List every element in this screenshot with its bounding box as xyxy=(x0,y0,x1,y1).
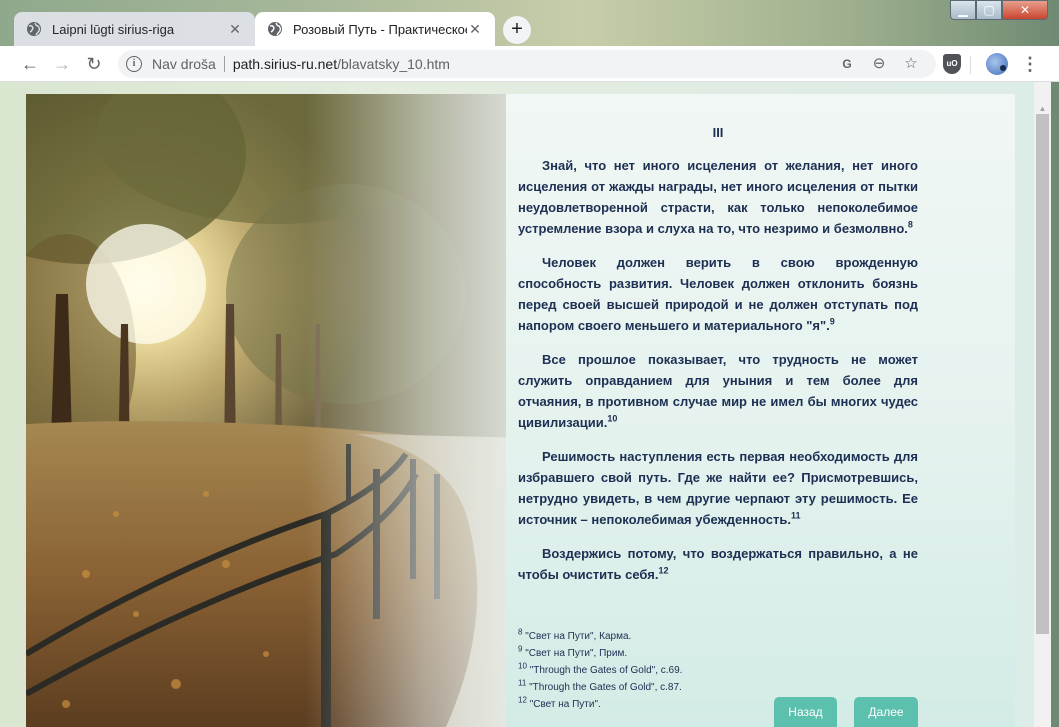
ublock-extension-icon[interactable]: uO xyxy=(943,54,961,74)
paragraph-text: Воздержись потому, что воздержаться прав… xyxy=(518,546,918,582)
forward-arrow-icon[interactable]: → xyxy=(52,54,72,74)
tab-sirius-riga[interactable]: Laipni lūgti sirius-riga ✕ xyxy=(14,12,255,46)
window-controls: ▁ ▢ ✕ xyxy=(950,0,1048,20)
zoom-icon[interactable]: ⊖ xyxy=(870,55,888,73)
paragraph-text: Решимость наступления есть первая необхо… xyxy=(518,449,918,527)
divider xyxy=(223,56,225,72)
footnote-ref[interactable]: 12 xyxy=(659,566,669,576)
globe-icon xyxy=(268,22,282,36)
footnote-number: 8 xyxy=(518,627,523,637)
minimize-button[interactable]: ▁ xyxy=(950,0,976,20)
footnote-text: "Through the Gates of Gold", с.69. xyxy=(529,665,683,676)
footnote-ref[interactable]: 8 xyxy=(908,220,913,230)
footnote-item: 8 "Свет на Пути", Карма. xyxy=(518,628,918,645)
paragraph-text: Знай, что нет иного исцеления от желания… xyxy=(518,158,918,236)
url-host: path.sirius-ru.net xyxy=(232,56,338,72)
tab-title: Laipni lūgti sirius-riga xyxy=(52,21,175,37)
close-window-button[interactable]: ✕ xyxy=(1002,0,1048,20)
paragraph-text: Человек должен верить в свою врожденную … xyxy=(518,255,918,333)
back-button[interactable]: Назад xyxy=(774,697,837,727)
next-button[interactable]: Далее xyxy=(854,697,918,727)
info-icon[interactable]: i xyxy=(126,56,142,72)
footnote-number: 11 xyxy=(518,678,527,688)
paragraph: Знай, что нет иного исцеления от желания… xyxy=(518,155,918,239)
vertical-scrollbar[interactable]: ▲ xyxy=(1034,82,1051,727)
footnote-ref[interactable]: 11 xyxy=(791,511,801,521)
paragraph: Человек должен верить в свою врожденную … xyxy=(518,252,918,336)
footnote-ref[interactable]: 9 xyxy=(830,317,835,327)
footnote-number: 12 xyxy=(518,695,527,705)
footnote-item: 11 "Through the Gates of Gold", с.87. xyxy=(518,679,918,696)
toolbar-divider xyxy=(970,56,971,74)
footnote-text: "Through the Gates of Gold", с.87. xyxy=(529,682,682,693)
footnote-ref[interactable]: 10 xyxy=(607,414,617,424)
close-tab-icon[interactable]: ✕ xyxy=(467,21,483,38)
close-tab-icon[interactable]: ✕ xyxy=(227,21,243,38)
paragraph-text: Все прошлое показывает, что трудность не… xyxy=(518,352,918,430)
footnote-text: "Свет на Пути", Карма. xyxy=(525,631,632,642)
reload-icon[interactable]: ↻ xyxy=(84,54,104,74)
address-bar[interactable]: i Nav droša path.sirius-ru.net/blavatsky… xyxy=(118,50,936,78)
footnote-number: 9 xyxy=(518,644,523,654)
url-path: /blavatsky_10.htm xyxy=(337,56,450,72)
back-arrow-icon[interactable]: ← xyxy=(20,54,40,74)
chapter-heading: III xyxy=(712,125,724,140)
page-viewport: III Знай, что нет иного исцеления от жел… xyxy=(0,82,1059,727)
maximize-button[interactable]: ▢ xyxy=(976,0,1002,20)
footnote-number: 10 xyxy=(518,661,527,671)
translate-icon[interactable]: G xyxy=(838,55,856,73)
globe-icon xyxy=(27,22,41,36)
footnote-text: "Свет на Пути". xyxy=(529,699,601,710)
footnote-text: "Свет на Пути", Прим. xyxy=(525,648,628,659)
footnote-item: 10 "Through the Gates of Gold", с.69. xyxy=(518,662,918,679)
article-body: III Знай, что нет иного исцеления от жел… xyxy=(518,122,918,598)
paragraph: Все прошлое показывает, что трудность не… xyxy=(518,349,918,433)
window-border xyxy=(1051,82,1059,727)
page-content: III Знай, что нет иного исцеления от жел… xyxy=(26,94,1015,727)
paragraph: Воздержись потому, что воздержаться прав… xyxy=(518,543,918,585)
browser-toolbar: ← → ↻ i Nav droša path.sirius-ru.net/bla… xyxy=(0,46,1059,82)
scroll-thumb[interactable] xyxy=(1036,114,1049,634)
tab-rozovyi-put[interactable]: Розовый Путь - Практическое с ✕ xyxy=(255,12,495,46)
url-text[interactable]: path.sirius-ru.net/blavatsky_10.htm xyxy=(233,56,450,72)
security-status[interactable]: Nav droša xyxy=(152,56,216,72)
profile-avatar[interactable] xyxy=(986,53,1008,75)
footnote-item: 9 "Свет на Пути", Прим. xyxy=(518,645,918,662)
menu-kebab-icon[interactable]: ⋮ xyxy=(1021,55,1039,73)
paragraph: Решимость наступления есть первая необхо… xyxy=(518,446,918,530)
new-tab-button[interactable]: + xyxy=(503,16,531,44)
tab-title: Розовый Путь - Практическое с xyxy=(293,21,467,37)
bookmark-star-icon[interactable]: ☆ xyxy=(902,55,920,73)
